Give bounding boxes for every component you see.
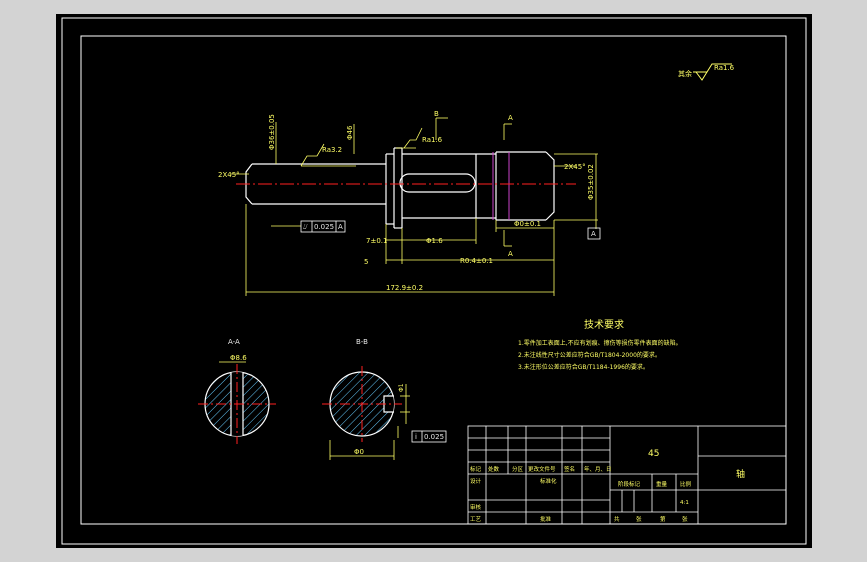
dim-dia-right: Φ35±0.02 <box>587 164 595 200</box>
section-a-dim: Φ8.6 <box>230 354 247 362</box>
tb-approve: 批准 <box>540 515 552 523</box>
tb-stage-mark: 阶段标记 <box>618 480 641 488</box>
tb-header-3: 更改文件号 <box>528 465 556 473</box>
section-b-tol-symbol: i <box>415 433 417 441</box>
tb-header-4: 签名 <box>564 465 575 473</box>
tb-sheet-label2: 张 <box>682 515 688 523</box>
cad-drawing: 其余 Ra1.6 2X45° Φ36±0.05 Ra3.2 Φ46 Ra1.6 … <box>61 17 807 545</box>
tb-process: 工艺 <box>470 516 482 523</box>
tb-header-2: 分区 <box>512 465 524 473</box>
section-a-view <box>198 364 276 444</box>
shaft-main-view <box>245 147 555 229</box>
section-b-tol-value: 0.025 <box>424 433 444 441</box>
tol-symbol: ⌰ <box>303 223 308 231</box>
tb-header-0: 标记 <box>470 465 482 473</box>
roughness-other-value: Ra1.6 <box>714 64 735 72</box>
tech-title: 技术要求 <box>584 318 624 331</box>
dim-right-length: Φ0±0.1 <box>514 220 541 228</box>
tech-item-1: 1.零件加工表面上,不应有划痕、擦伤等损伤零件表面的缺陷。 <box>518 339 682 347</box>
tb-scale-label: 比例 <box>680 480 692 488</box>
roughness-other-label: 其余 <box>678 69 692 78</box>
tb-review: 审核 <box>470 503 482 511</box>
dimension-lines <box>231 117 598 296</box>
title-part-name: 轴 <box>736 468 745 480</box>
tb-header-1: 处数 <box>488 465 500 473</box>
tb-header-5: 年、月、日 <box>584 465 612 473</box>
tb-sheet-no: 第 <box>660 515 666 523</box>
dim-small: 5 <box>364 258 368 266</box>
datum-box-label: A <box>591 230 596 238</box>
dim-keyway-pos: 7±0.1 <box>366 237 387 245</box>
tb-sheet-total: 共 <box>614 515 620 523</box>
title-material: 45 <box>648 449 659 459</box>
roughness-left-label: Ra3.2 <box>322 146 342 154</box>
drawing-viewport[interactable]: 其余 Ra1.6 2X45° Φ36±0.05 Ra3.2 Φ46 Ra1.6 … <box>56 14 812 548</box>
section-b-dim2: Φ0 <box>354 448 364 456</box>
section-marker-b: B <box>434 110 439 118</box>
tb-sheet-label: 张 <box>636 515 642 523</box>
tech-item-3: 3.未注形位公差应符合GB/T1184-1996的要求。 <box>518 363 649 371</box>
tol-value: 0.025 <box>314 223 334 231</box>
dim-dia-collar: Φ46 <box>346 125 354 140</box>
tb-design: 设计 <box>470 477 482 485</box>
dim-keyway-len: Φ1.6 <box>426 237 443 245</box>
dim-dia-left: Φ36±0.05 <box>268 114 276 150</box>
chamfer-right-label: 2X45° <box>564 163 586 171</box>
roughness-mid-label: Ra1.6 <box>422 136 443 144</box>
section-label-a: A-A <box>228 338 240 346</box>
tb-standardize: 标准化 <box>540 477 557 485</box>
section-b-view <box>322 366 402 442</box>
outer-border <box>61 17 807 545</box>
tol-datum: A <box>338 223 343 231</box>
tb-weight: 重量 <box>656 480 668 488</box>
dim-total: 172.9±0.2 <box>386 284 423 292</box>
section-b-dim: Φ1 <box>398 383 405 392</box>
section-marker-a-bottom: A <box>508 250 513 258</box>
tb-scale-value: 4:1 <box>680 500 689 506</box>
dim-mid: R0.4±0.1 <box>460 257 493 265</box>
section-label-b: B-B <box>356 338 368 346</box>
chamfer-left-label: 2X45° <box>218 171 240 179</box>
section-marker-a-top: A <box>508 114 513 122</box>
tech-item-2: 2.未注线性尺寸公差应符合GB/T1804-2000的要求。 <box>518 351 661 359</box>
